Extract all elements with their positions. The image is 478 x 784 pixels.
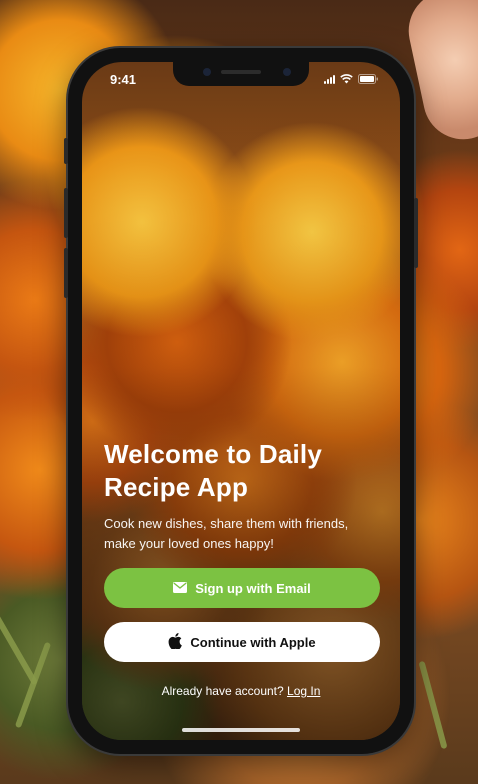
welcome-subtitle: Cook new dishes, share them with friends… — [104, 516, 349, 551]
envelope-icon — [173, 581, 188, 596]
status-icons — [324, 74, 378, 84]
signal-icon — [324, 75, 335, 84]
login-prompt: Already have account? — [161, 684, 284, 698]
wifi-icon — [340, 74, 353, 84]
phone-side-button — [414, 198, 418, 268]
sign-up-email-button[interactable]: Sign up with Email — [104, 568, 380, 608]
herb-sprig — [0, 604, 39, 686]
phone-side-button — [64, 248, 68, 298]
apple-icon — [168, 632, 183, 652]
status-time: 9:41 — [110, 72, 137, 87]
sign-up-email-label: Sign up with Email — [195, 580, 311, 596]
phone-notch — [173, 62, 309, 86]
background-scene: 9:41 Welcome to Daily Recipe App Cook ne… — [0, 0, 478, 784]
continue-apple-button[interactable]: Continue with Apple — [104, 622, 380, 662]
speaker-grille — [221, 70, 261, 74]
herb-sprig — [418, 660, 448, 750]
login-link[interactable]: Log In — [287, 684, 320, 698]
sensor-icon — [283, 68, 291, 76]
phone-frame: 9:41 Welcome to Daily Recipe App Cook ne… — [64, 48, 418, 754]
welcome-content: Welcome to Daily Recipe App Cook new dis… — [104, 438, 380, 554]
welcome-title: Welcome to Daily Recipe App — [104, 439, 323, 502]
login-row: Already have account? Log In — [82, 684, 400, 698]
camera-icon — [203, 68, 211, 76]
battery-icon — [358, 74, 378, 84]
continue-apple-label: Continue with Apple — [190, 634, 316, 650]
phone-side-button — [64, 188, 68, 238]
app-screen: 9:41 Welcome to Daily Recipe App Cook ne… — [82, 62, 400, 740]
phone-side-button — [64, 138, 68, 164]
home-indicator — [182, 728, 300, 732]
